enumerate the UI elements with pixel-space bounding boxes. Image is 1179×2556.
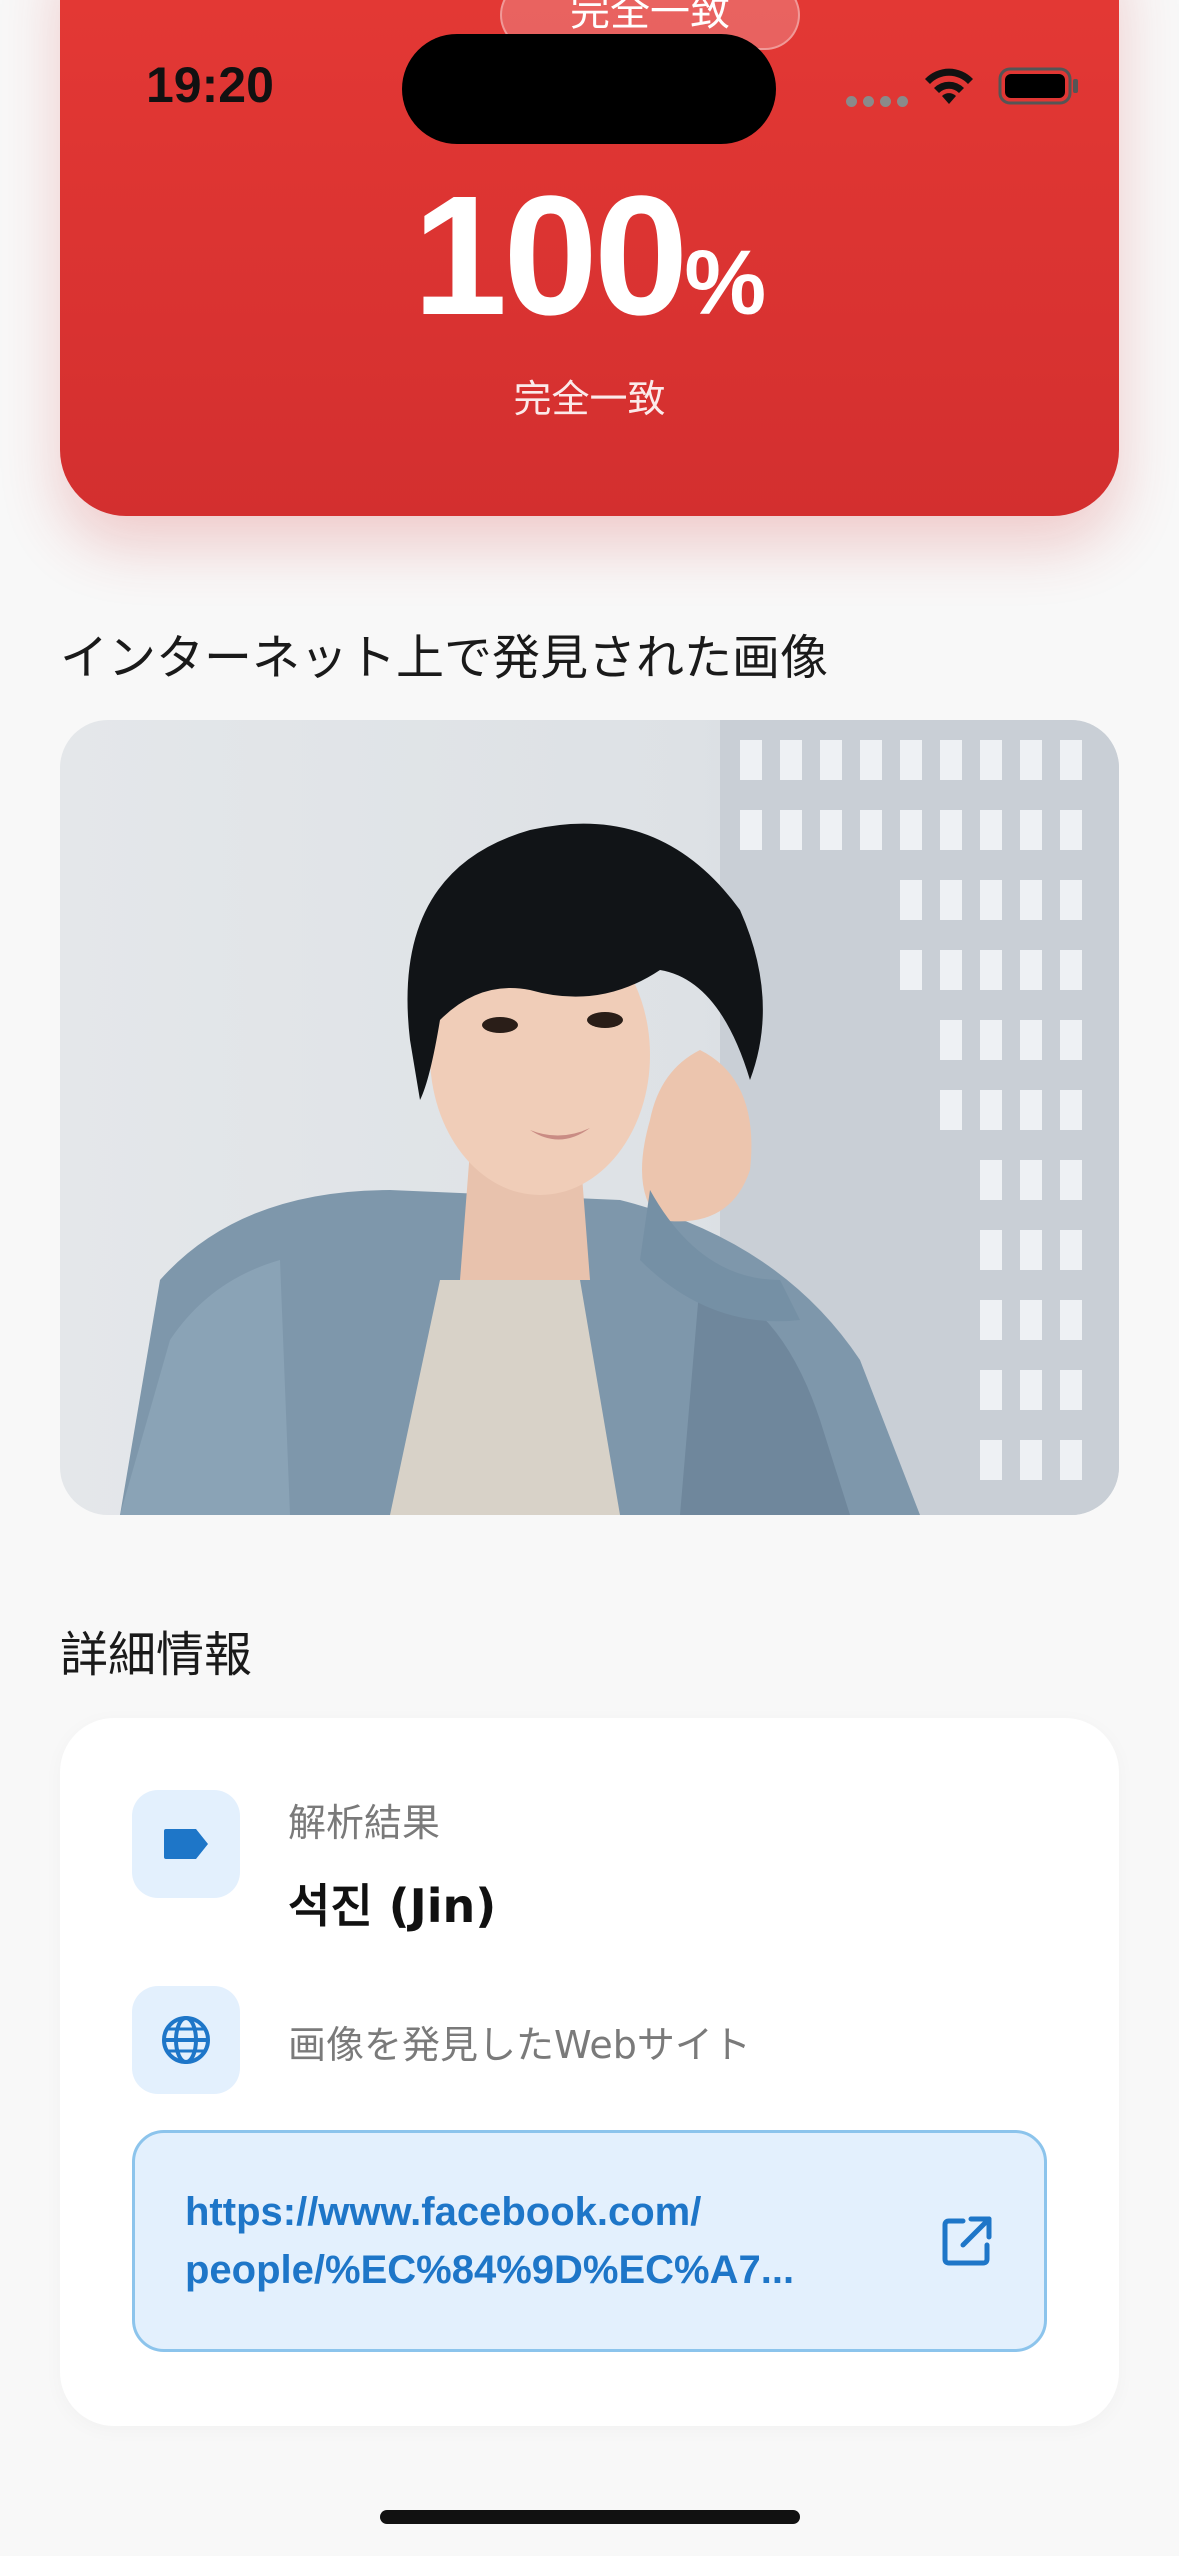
open-in-new-icon[interactable] bbox=[939, 2213, 995, 2269]
globe-icon bbox=[132, 1986, 240, 2094]
details-title: 詳細情報 bbox=[60, 1627, 253, 1683]
match-value: 100 bbox=[412, 161, 689, 351]
wifi-icon bbox=[925, 68, 973, 104]
website-link[interactable]: https://www.facebook.com/ people/%EC%84%… bbox=[132, 2130, 1047, 2352]
website-url[interactable]: https://www.facebook.com/ people/%EC%84%… bbox=[185, 2183, 905, 2299]
home-indicator[interactable] bbox=[380, 2510, 800, 2524]
dynamic-island bbox=[402, 34, 776, 144]
analysis-label: 解析結果 bbox=[288, 1801, 441, 1845]
found-images-title: インターネット上で発見された画像 bbox=[60, 630, 829, 686]
website-label: 画像を発見したWebサイト bbox=[288, 2023, 751, 2067]
tag-icon bbox=[132, 1790, 240, 1898]
status-time: 19:20 bbox=[146, 57, 274, 113]
match-label: 完全一致 bbox=[513, 377, 666, 421]
battery-icon bbox=[998, 67, 1078, 105]
match-unit: % bbox=[684, 232, 767, 334]
details-card: 解析結果 석진 (Jin) 画像を発見したWebサイト https://www.… bbox=[60, 1718, 1119, 2426]
result-screen: 完全一致 100% 完全一致 19:20 インターネット上で発見された画像 詳細… bbox=[0, 0, 1179, 2556]
cellular-signal-icon bbox=[846, 96, 908, 107]
match-percentage: 100% bbox=[60, 158, 1119, 354]
found-image[interactable] bbox=[60, 720, 1119, 1515]
person-photo-image bbox=[120, 720, 1119, 1515]
analysis-value: 석진 (Jin) bbox=[288, 1879, 497, 1933]
